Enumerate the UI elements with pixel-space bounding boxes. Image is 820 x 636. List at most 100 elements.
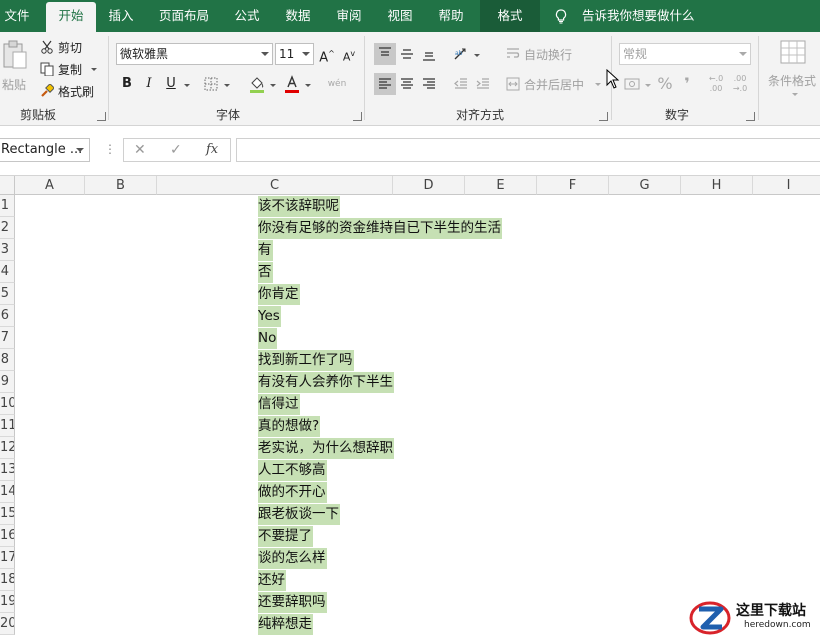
row-header[interactable]: 10 [0, 393, 15, 415]
middle-align-button[interactable] [396, 43, 418, 65]
row-header[interactable]: 18 [0, 569, 15, 591]
wrap-text-button[interactable]: 自动换行 [505, 44, 605, 64]
tab-page-layout[interactable]: 页面布局 [155, 0, 213, 32]
cell[interactable]: Yes [258, 306, 281, 327]
confirm-icon[interactable]: ✓ [170, 139, 182, 161]
row-header[interactable]: 19 [0, 591, 15, 613]
alignment-launcher-icon[interactable] [599, 112, 608, 121]
fill-color-button[interactable] [246, 73, 268, 95]
column-header-a[interactable]: A [15, 176, 85, 195]
align-center-button[interactable] [396, 73, 418, 95]
worksheet-grid[interactable]: ABCDEFGHI 1 2 3 4 5 6 7 8 9 10 11 12 13 14 15 16 17 18 19 2… [0, 176, 820, 636]
cell[interactable]: 人工不够高 [258, 460, 327, 481]
cell[interactable]: 还好 [258, 570, 286, 591]
format-painter-button[interactable]: 格式刷 [38, 82, 98, 100]
decrease-font-button[interactable]: Av [338, 43, 360, 65]
row-header[interactable]: 16 [0, 525, 15, 547]
accounting-format-button[interactable] [621, 73, 643, 95]
cell[interactable]: 找到新工作了吗 [258, 350, 354, 371]
row-header[interactable]: 9 [0, 371, 15, 393]
column-header-d[interactable]: D [393, 176, 465, 195]
conditional-dropdown-icon[interactable] [792, 93, 798, 96]
copy-dropdown-icon[interactable] [91, 68, 97, 71]
column-header-h[interactable]: H [681, 176, 753, 195]
bold-button[interactable]: B [116, 73, 138, 95]
cell[interactable]: No [258, 328, 278, 349]
row-header[interactable]: 7 [0, 327, 15, 349]
accounting-dropdown-icon[interactable] [645, 84, 651, 87]
copy-button[interactable]: 复制 [38, 60, 100, 78]
column-header-c[interactable]: C [157, 176, 393, 195]
underline-button[interactable]: U [160, 73, 182, 95]
formula-input[interactable] [236, 138, 820, 162]
bottom-align-button[interactable] [418, 43, 440, 65]
tell-me-box[interactable]: 告诉我你想要做什么 [555, 0, 695, 32]
align-left-button[interactable] [374, 73, 396, 95]
font-color-button[interactable] [281, 73, 303, 95]
cancel-icon[interactable]: ✕ [134, 139, 146, 161]
tab-home[interactable]: 开始 [46, 2, 96, 32]
row-header[interactable]: 6 [0, 305, 15, 327]
more-options-icon[interactable]: ⋮ [104, 140, 116, 158]
insert-function-icon[interactable]: fx [206, 139, 218, 161]
fill-color-dropdown-icon[interactable] [270, 84, 276, 87]
cell[interactable]: 该不该辞职呢 [258, 196, 340, 217]
merge-dropdown-icon[interactable] [595, 83, 601, 86]
conditional-formatting-button[interactable]: 条件格式 [766, 38, 820, 102]
increase-decimal-button[interactable]: ←.0.00 [705, 73, 727, 95]
borders-button[interactable] [200, 73, 222, 95]
row-header[interactable]: 11 [0, 415, 15, 437]
tab-insert[interactable]: 插入 [104, 0, 138, 32]
cell[interactable]: 老实说，为什么想辞职 [258, 438, 394, 459]
font-launcher-icon[interactable] [353, 112, 362, 121]
cell[interactable]: 有没有人会养你下半生 [258, 372, 394, 393]
cell[interactable]: 谈的怎么样 [258, 548, 327, 569]
cell[interactable]: 信得过 [258, 394, 300, 415]
orientation-button[interactable]: ab [450, 43, 472, 65]
row-header[interactable]: 14 [0, 481, 15, 503]
decrease-decimal-button[interactable]: .00 →.0 [729, 73, 751, 95]
row-header[interactable]: 15 [0, 503, 15, 525]
tab-format[interactable]: 格式 [480, 0, 540, 32]
tab-formulas[interactable]: 公式 [230, 0, 264, 32]
cut-button[interactable]: 剪切 [38, 38, 98, 56]
tab-file[interactable]: 文件 [0, 0, 34, 32]
number-launcher-icon[interactable] [746, 112, 755, 121]
row-header[interactable]: 5 [0, 283, 15, 305]
column-header-f[interactable]: F [537, 176, 609, 195]
align-right-button[interactable] [418, 73, 440, 95]
cell[interactable]: 跟老板谈一下 [258, 504, 340, 525]
row-header[interactable]: 3 [0, 239, 15, 261]
decrease-indent-button[interactable] [450, 73, 472, 95]
row-header[interactable]: 13 [0, 459, 15, 481]
cell[interactable]: 还要辞职吗 [258, 592, 327, 613]
column-header-g[interactable]: G [609, 176, 681, 195]
row-header[interactable]: 20 [0, 613, 15, 635]
merge-center-button[interactable]: 合并后居中 [505, 74, 605, 94]
comma-style-button[interactable]: ❜ [676, 73, 698, 95]
cell[interactable]: 不要提了 [258, 526, 313, 547]
name-box[interactable]: Rectangle ... [0, 138, 90, 162]
cell[interactable]: 你没有足够的资金维持自已下半生的生活 [258, 218, 502, 239]
increase-indent-button[interactable] [472, 73, 494, 95]
row-header[interactable]: 12 [0, 437, 15, 459]
row-header[interactable]: 2 [0, 217, 15, 239]
underline-dropdown-icon[interactable] [184, 84, 190, 87]
cell[interactable]: 真的想做? [258, 416, 321, 437]
font-name-select[interactable]: 微软雅黑 [116, 43, 273, 65]
phonetic-button[interactable]: wén [324, 73, 350, 95]
paste-button[interactable]: 粘贴 [0, 38, 34, 102]
column-header-i[interactable]: I [753, 176, 820, 195]
cell[interactable]: 纯粹想走 [258, 614, 313, 635]
row-header[interactable]: 1 [0, 195, 15, 217]
increase-font-button[interactable]: A^ [316, 43, 338, 65]
number-format-select[interactable]: 常规 [619, 43, 751, 65]
tab-data[interactable]: 数据 [281, 0, 315, 32]
tab-review[interactable]: 审阅 [332, 0, 366, 32]
font-color-dropdown-icon[interactable] [305, 84, 311, 87]
cell[interactable]: 有 [258, 240, 273, 261]
tab-view[interactable]: 视图 [383, 0, 417, 32]
row-header[interactable]: 4 [0, 261, 15, 283]
column-header-b[interactable]: B [85, 176, 157, 195]
borders-dropdown-icon[interactable] [224, 84, 230, 87]
